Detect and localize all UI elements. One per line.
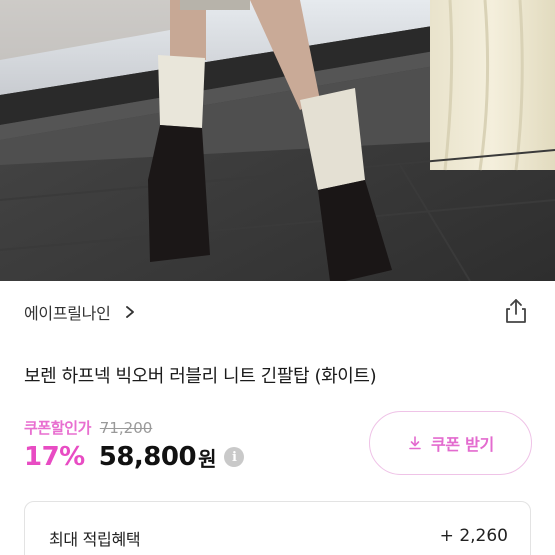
discount-percent: 17% — [24, 442, 85, 472]
coupon-button-label: 쿠폰 받기 — [431, 435, 494, 454]
sale-price: 58,800 — [98, 442, 197, 472]
points-label: 최대 적립혜택 — [49, 530, 141, 549]
download-icon — [409, 436, 421, 450]
coupon-price-label: 쿠폰할인가 — [24, 419, 92, 437]
original-price: 71,200 — [99, 419, 153, 437]
brand-name[interactable]: 에이프릴나인 — [24, 300, 111, 324]
points-benefit-box[interactable]: 최대 적립혜택 + 2,260 — [24, 501, 531, 555]
product-photo-illustration — [0, 0, 555, 281]
share-icon[interactable] — [503, 297, 529, 325]
chevron-right-icon — [125, 306, 134, 318]
info-icon[interactable]: i — [224, 447, 245, 467]
coupon-price-line: 쿠폰할인가 71,200 — [24, 417, 152, 438]
coupon-download-button[interactable]: 쿠폰 받기 — [369, 411, 532, 475]
currency-unit: 원 — [198, 446, 217, 471]
sale-price-line: 17% 58,800 원 i — [24, 442, 245, 472]
product-image[interactable] — [0, 0, 555, 281]
points-value: + 2,260 — [439, 526, 508, 546]
product-title: 보렌 하프넥 빅오버 러블리 니트 긴팔탑 (화이트) — [24, 366, 377, 387]
brand-row[interactable]: 에이프릴나인 — [0, 281, 555, 343]
